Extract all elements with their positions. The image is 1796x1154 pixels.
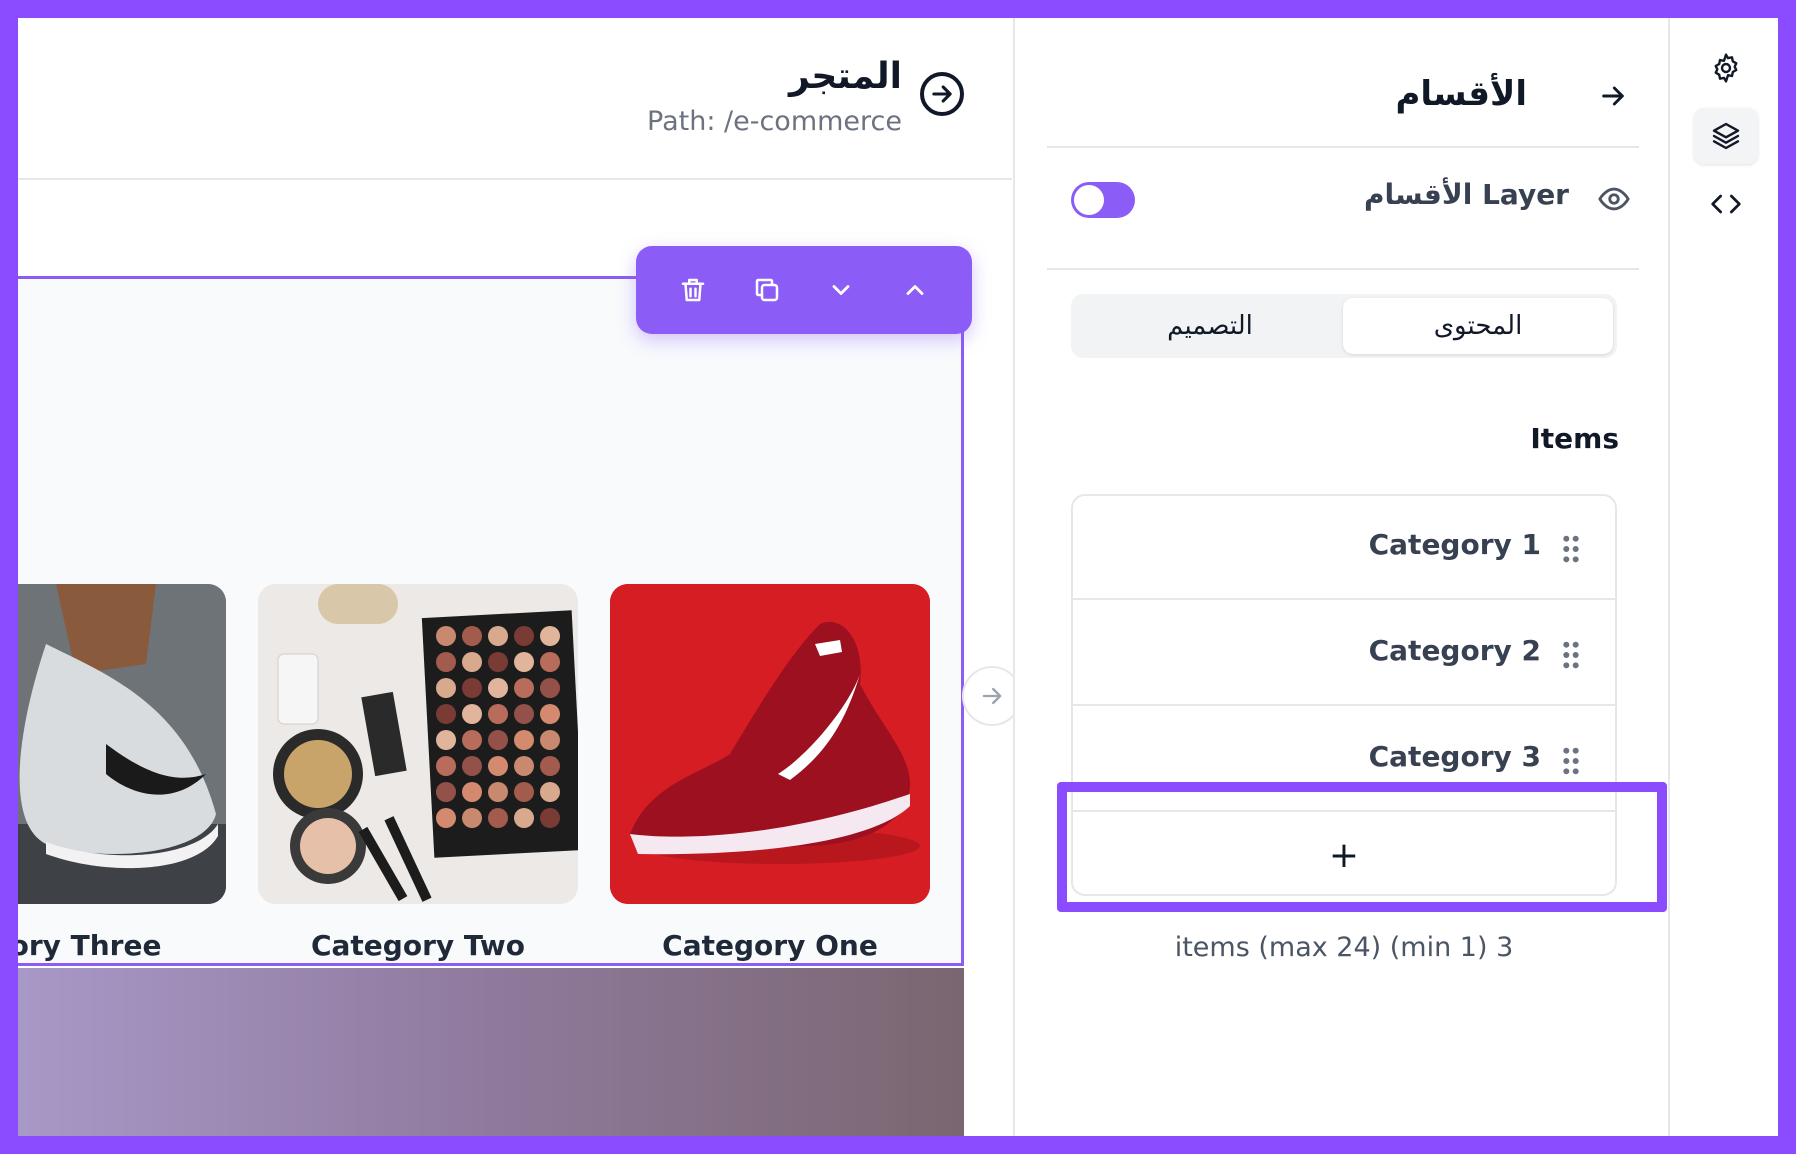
items-count-note: items (max 24) (min 1) 3 — [1174, 932, 1514, 963]
layer-label: Layer الأقسام — [1364, 178, 1569, 211]
list-item-label: Category 2 — [1368, 634, 1541, 667]
category-image-red-sneaker[interactable] — [610, 584, 930, 904]
layers-icon[interactable] — [1694, 108, 1758, 164]
icon-rail — [1668, 18, 1778, 1136]
divider — [1047, 146, 1639, 148]
drag-handle-icon[interactable] — [1561, 640, 1581, 670]
chevron-up-icon[interactable] — [891, 266, 939, 314]
panel-title: الأقسام — [1395, 74, 1527, 114]
panel-tabs: المحتوى التصميم — [1071, 294, 1617, 358]
eye-icon[interactable] — [1597, 182, 1631, 220]
page-header: المتجر Path: /e-commerce — [18, 18, 1012, 180]
editor-canvas: Category One Category Two ory Three — [18, 180, 1022, 1136]
app-window: المتجر Path: /e-commerce Category One Ca… — [18, 18, 1778, 1136]
tab-design[interactable]: التصميم — [1075, 298, 1345, 354]
visibility-toggle[interactable] — [1071, 182, 1135, 218]
trash-icon[interactable] — [669, 266, 717, 314]
page-title: المتجر — [788, 56, 902, 97]
page-path: Path: /e-commerce — [647, 106, 902, 137]
arrow-right-icon[interactable] — [1597, 80, 1629, 116]
category-image-gray-sneaker[interactable] — [18, 584, 226, 904]
next-section-preview[interactable] — [18, 968, 964, 1136]
arrow-right-icon — [982, 687, 1002, 705]
gear-icon[interactable] — [1694, 40, 1758, 96]
list-item-label: Category 1 — [1368, 528, 1541, 561]
categories-section[interactable]: Category One Category Two ory Three — [18, 276, 964, 966]
settings-panel: الأقسام Layer الأقسام المحتوى التصميم It… — [1013, 18, 1667, 1136]
category-label: Category Two — [310, 929, 526, 962]
section-toolbar — [636, 246, 972, 334]
tab-content[interactable]: المحتوى — [1343, 298, 1613, 354]
chevron-down-icon[interactable] — [817, 266, 865, 314]
items-heading: Items — [1530, 422, 1619, 455]
highlight-box — [1057, 782, 1667, 912]
arrow-right-circle-icon[interactable] — [920, 72, 964, 116]
drag-handle-icon[interactable] — [1561, 746, 1581, 776]
drag-handle-icon[interactable] — [1561, 534, 1581, 564]
list-item[interactable]: Category 2 — [1073, 602, 1615, 706]
copy-icon[interactable] — [743, 266, 791, 314]
category-label: egory Three — [18, 929, 162, 962]
divider — [1047, 268, 1639, 270]
list-item[interactable]: Category 1 — [1073, 496, 1615, 600]
category-label: Category One — [662, 929, 878, 962]
toggle-knob — [1074, 185, 1104, 215]
category-image-makeup-palette[interactable] — [258, 584, 578, 904]
list-item-label: Category 3 — [1368, 740, 1541, 773]
code-icon[interactable] — [1694, 176, 1758, 232]
